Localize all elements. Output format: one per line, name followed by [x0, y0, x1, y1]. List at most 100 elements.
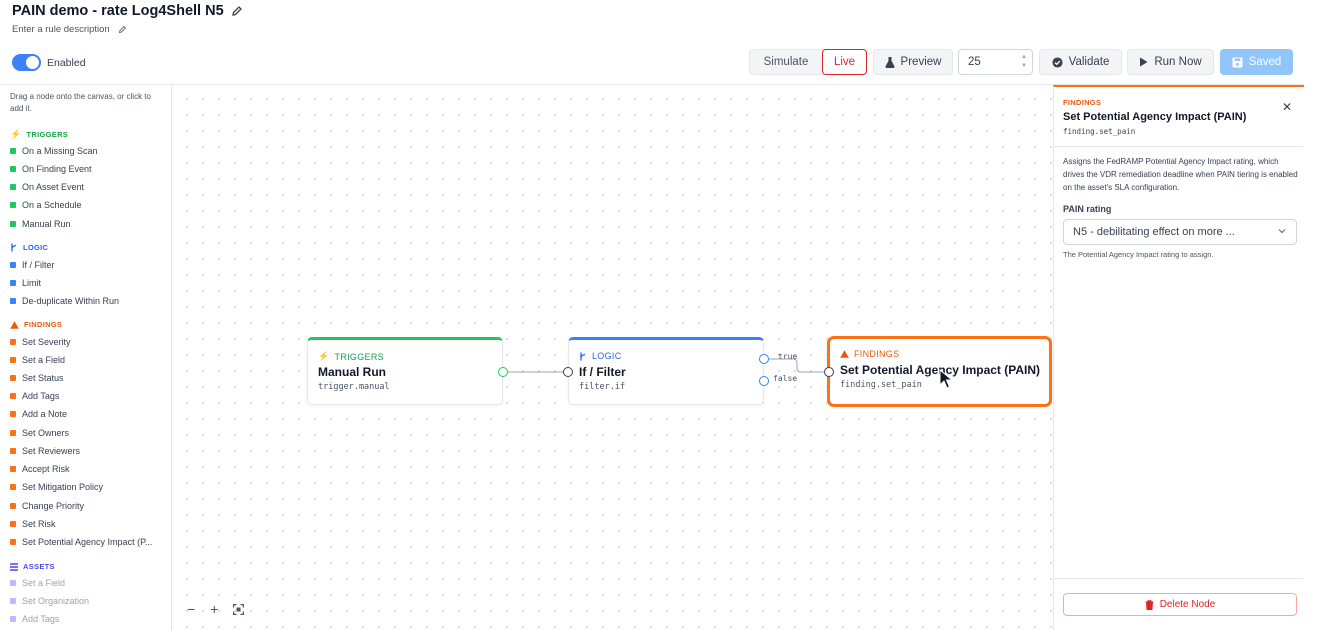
palette-item-set-reviewers[interactable]: Set Reviewers — [10, 446, 80, 456]
node-if-filter[interactable]: LOGIC If / Filter filter.if — [568, 337, 764, 405]
node-category: FINDINGS — [840, 349, 899, 359]
output-port-trigger[interactable] — [498, 367, 508, 377]
edit-description-icon[interactable] — [118, 25, 127, 34]
stack-icon — [10, 562, 18, 571]
palette-item-label: Add a Note — [22, 409, 68, 419]
palette-item-on-a-schedule[interactable]: On a Schedule — [10, 200, 82, 210]
port-label-true: true — [778, 352, 798, 361]
output-port-true[interactable] — [759, 354, 769, 364]
lightning-icon: ⚡ — [318, 351, 330, 361]
enabled-toggle[interactable] — [12, 54, 41, 71]
palette-item-add-a-note[interactable]: Add a Note — [10, 409, 67, 419]
palette-item-set-risk[interactable]: Set Risk — [10, 519, 56, 529]
zoom-out-button[interactable]: − — [187, 601, 195, 617]
bullet-icon — [10, 298, 16, 304]
palette-item-label: Add Tags — [22, 391, 60, 401]
palette-item-manual-run[interactable]: Manual Run — [10, 219, 71, 229]
palette-item-if-filter[interactable]: If / Filter — [10, 260, 55, 270]
palette-item-on-asset-event[interactable]: On Asset Event — [10, 182, 84, 192]
rule-description[interactable]: Enter a rule description — [12, 24, 110, 35]
palette-item-on-finding-event[interactable]: On Finding Event — [10, 164, 92, 174]
palette-item-set-owners[interactable]: Set Owners — [10, 428, 69, 438]
palette-group-triggers: ⚡ TRIGGERS — [10, 129, 68, 140]
node-inspector: FINDINGS Set Potential Agency Impact (PA… — [1053, 85, 1304, 630]
validate-button[interactable]: Validate — [1039, 49, 1122, 75]
port-label-false: false — [773, 374, 798, 383]
bullet-icon — [10, 184, 16, 190]
bullet-icon — [10, 166, 16, 172]
check-circle-icon — [1052, 56, 1063, 68]
mouse-cursor-icon — [939, 369, 953, 389]
palette-item-label: De-duplicate Within Run — [22, 296, 120, 306]
bullet-icon — [10, 411, 16, 417]
trash-icon — [1145, 599, 1154, 610]
preview-count-input[interactable]: 25 ▲ ▼ — [958, 49, 1033, 75]
palette-item-label: Set Potential Agency Impact (P... — [22, 537, 153, 547]
edit-title-icon[interactable] — [231, 5, 243, 17]
run-now-button[interactable]: Run Now — [1127, 49, 1214, 75]
palette-item-label: Set Mitigation Policy — [22, 482, 104, 492]
bullet-icon — [10, 503, 16, 509]
palette-item-label: Accept Risk — [22, 464, 70, 474]
palette-item-set-status[interactable]: Set Status — [10, 373, 64, 383]
group-title: ASSETS — [23, 562, 55, 571]
zoom-controls: − + — [187, 601, 245, 617]
pain-rating-value: N5 - debilitating effect on more ... — [1073, 226, 1235, 238]
count-stepper[interactable]: ▲ ▼ — [1021, 53, 1027, 71]
inspector-category: FINDINGS — [1063, 98, 1102, 107]
bullet-icon — [10, 430, 16, 436]
palette-item-label: On a Missing Scan — [22, 146, 98, 156]
palette-item-deduplicate[interactable]: De-duplicate Within Run — [10, 296, 119, 306]
palette-item-label: On Asset Event — [22, 182, 85, 192]
live-button[interactable]: Live — [822, 49, 867, 75]
inspector-description: Assigns the FedRAMP Potential Agency Imp… — [1063, 157, 1298, 192]
palette-item-set-severity[interactable]: Set Severity — [10, 337, 71, 347]
divider — [1054, 146, 1303, 147]
bullet-icon — [10, 148, 16, 154]
bullet-icon — [10, 375, 16, 381]
palette-group-logic: LOGIC — [10, 243, 48, 252]
divider — [1054, 578, 1303, 579]
warning-icon — [10, 320, 19, 329]
palette-item-asset-add-tags[interactable]: Add Tags — [10, 614, 59, 624]
delete-node-label: Delete Node — [1159, 599, 1216, 610]
bullet-icon — [10, 484, 16, 490]
inspector-code: finding.set_pain — [1063, 127, 1136, 136]
palette-item-set-mitigation-policy[interactable]: Set Mitigation Policy — [10, 482, 103, 492]
node-category: ⚡ TRIGGERS — [318, 351, 384, 362]
palette-item-add-tags[interactable]: Add Tags — [10, 391, 59, 401]
palette-item-on-missing-scan[interactable]: On a Missing Scan — [10, 146, 98, 156]
palette-item-change-priority[interactable]: Change Priority — [10, 501, 84, 511]
palette-item-asset-set-a-field[interactable]: Set a Field — [10, 578, 65, 588]
preview-button[interactable]: Preview — [873, 49, 953, 75]
saved-button[interactable]: Saved — [1220, 49, 1293, 75]
simulate-button[interactable]: Simulate — [750, 50, 822, 74]
palette-item-label: On Finding Event — [22, 164, 92, 174]
flow-canvas[interactable]: ⚡ TRIGGERS Manual Run trigger.manual LOG… — [173, 85, 1053, 630]
palette-item-label: Set Severity — [22, 337, 71, 347]
input-port-filter[interactable] — [563, 367, 573, 377]
lightning-icon: ⚡ — [10, 129, 22, 139]
inspector-title: Set Potential Agency Impact (PAIN) — [1063, 111, 1247, 123]
output-port-false[interactable] — [759, 376, 769, 386]
palette-item-accept-risk[interactable]: Accept Risk — [10, 464, 70, 474]
zoom-in-button[interactable]: + — [210, 601, 218, 617]
delete-node-button[interactable]: Delete Node — [1063, 593, 1297, 616]
bullet-icon — [10, 339, 16, 345]
node-manual-run[interactable]: ⚡ TRIGGERS Manual Run trigger.manual — [307, 337, 503, 405]
input-port-findings[interactable] — [824, 367, 834, 377]
fit-view-icon[interactable] — [233, 603, 245, 615]
rule-title[interactable]: PAIN demo - rate Log4Shell N5 — [12, 3, 224, 19]
close-icon[interactable]: ✕ — [1282, 100, 1292, 114]
node-category: LOGIC — [579, 351, 622, 361]
enabled-label: Enabled — [47, 56, 86, 69]
palette-item-set-potential-agency-impact[interactable]: Set Potential Agency Impact (P... — [10, 537, 152, 547]
palette-item-label: Set a Field — [22, 355, 66, 365]
description-row: Enter a rule description — [12, 24, 127, 35]
palette-item-set-organization[interactable]: Set Organization — [10, 596, 89, 606]
pain-rating-select[interactable]: N5 - debilitating effect on more ... — [1063, 219, 1297, 245]
palette-item-limit[interactable]: Limit — [10, 278, 41, 288]
pain-rating-help: The Potential Agency Impact rating to as… — [1063, 250, 1214, 259]
preview-label: Preview — [900, 56, 942, 68]
palette-item-set-a-field[interactable]: Set a Field — [10, 355, 65, 365]
